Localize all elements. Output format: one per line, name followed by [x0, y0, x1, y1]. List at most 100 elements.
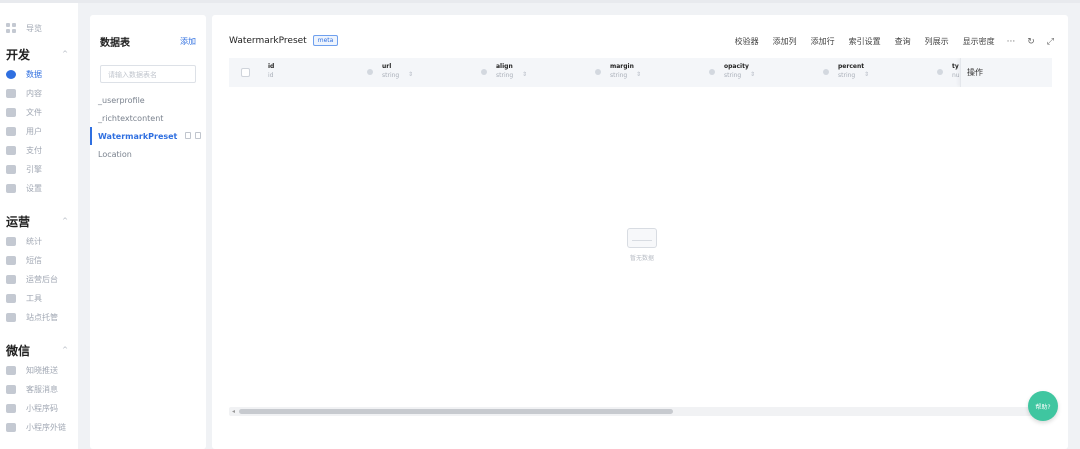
folder-icon [6, 108, 16, 117]
actions-label: 操作 [967, 68, 983, 77]
column-name: id [268, 63, 275, 70]
gear-icon [6, 184, 16, 193]
nav-section-title: 微信 [6, 343, 31, 358]
nav-item-settings[interactable]: 设置 [0, 179, 78, 198]
nav-item-hosting[interactable]: 站点托管 [0, 308, 78, 327]
nav-item-label: 运营后台 [26, 275, 58, 284]
more-icon[interactable]: ··· [1007, 37, 1016, 47]
table-item-location[interactable]: Location [90, 145, 206, 163]
scroll-left-icon[interactable]: ◂ [232, 408, 235, 415]
nav-item-content[interactable]: 内容 [0, 84, 78, 103]
column-name: ty [952, 63, 959, 70]
select-all-checkbox[interactable] [241, 68, 250, 77]
horizontal-scrollbar[interactable]: ◂ [229, 407, 1052, 416]
column-resize-handle[interactable] [481, 69, 487, 75]
link-icon [6, 423, 16, 432]
nav-item-label: 引擎 [26, 165, 42, 174]
table-list: _userprofile _richtextcontent WatermarkP… [90, 91, 206, 163]
column-type: string [610, 72, 628, 79]
nav-item-users[interactable]: 用户 [0, 122, 78, 141]
column-header-percent[interactable]: percent string ⇕ [838, 63, 869, 79]
refresh-icon[interactable]: ↻ [1027, 37, 1035, 47]
density-button[interactable]: 显示密度 [963, 36, 995, 47]
table-search-input[interactable]: 请输入数据表名 [100, 65, 196, 83]
nav-item-ops-backend[interactable]: 运营后台 [0, 270, 78, 289]
server-icon [6, 313, 16, 322]
qrcode-icon [6, 404, 16, 413]
table-item-label: WatermarkPreset [98, 131, 178, 141]
nav-item-payment[interactable]: 支付 [0, 141, 78, 160]
grid-icon [6, 23, 16, 33]
console-icon [6, 275, 16, 284]
column-display-button[interactable]: 列展示 [925, 36, 949, 47]
nav-section-dev[interactable]: 开发 ^ [0, 43, 78, 65]
add-column-button[interactable]: 添加列 [773, 36, 797, 47]
edit-icon[interactable] [185, 132, 191, 139]
nav-item-tools[interactable]: 工具 [0, 289, 78, 308]
column-header-opacity[interactable]: opacity string ⇕ [724, 63, 755, 79]
nav-item-push[interactable]: 知晓推送 [0, 361, 78, 380]
index-settings-button[interactable]: 索引设置 [849, 36, 881, 47]
nav-item-label: 数据 [26, 70, 42, 79]
add-table-button[interactable]: 添加 [180, 36, 196, 47]
column-header-url[interactable]: url string ⇕ [382, 63, 413, 79]
column-resize-handle[interactable] [595, 69, 601, 75]
main-content: WatermarkPreset meta 校验器 添加列 添加行 索引设置 查询… [212, 15, 1068, 449]
table-item-userprofile[interactable]: _userprofile [90, 91, 206, 109]
nav-overview-label: 导览 [26, 23, 42, 33]
table-item-richtextcontent[interactable]: _richtextcontent [90, 109, 206, 127]
nav-item-label: 工具 [26, 294, 42, 303]
column-resize-handle[interactable] [709, 69, 715, 75]
nav-overview[interactable]: 导览 [0, 19, 78, 37]
nav-item-engine[interactable]: 引擎 [0, 160, 78, 179]
query-button[interactable]: 查询 [895, 36, 911, 47]
expand-icon[interactable]: ⤢ [1047, 37, 1054, 47]
nav-section-wechat[interactable]: 微信 ^ [0, 339, 78, 361]
sort-icon[interactable]: ⇕ [750, 71, 755, 78]
nav-item-label: 知晓推送 [26, 366, 58, 375]
column-header-margin[interactable]: margin string ⇕ [610, 63, 641, 79]
column-header-id[interactable]: id id [268, 63, 274, 79]
user-icon [6, 127, 16, 136]
table-item-watermarkpreset[interactable]: WatermarkPreset [90, 127, 206, 145]
chevron-up-icon: ^ [62, 50, 68, 58]
nav-item-label: 用户 [26, 127, 42, 136]
nav-item-label: 小程序码 [26, 404, 58, 413]
sort-icon[interactable]: ⇕ [864, 71, 869, 78]
nav-item-customer-msg[interactable]: 客服消息 [0, 380, 78, 399]
push-icon [6, 366, 16, 375]
chart-icon [6, 237, 16, 246]
nav-item-sms[interactable]: 短信 [0, 251, 78, 270]
nav-item-stats[interactable]: 统计 [0, 232, 78, 251]
column-header-type[interactable]: ty nu [952, 63, 960, 79]
column-resize-handle[interactable] [367, 69, 373, 75]
column-resize-handle[interactable] [937, 69, 943, 75]
nav-item-mini-link[interactable]: 小程序外链 [0, 418, 78, 437]
mail-icon [6, 256, 16, 265]
scrollbar-thumb[interactable] [239, 409, 673, 414]
wrench-icon [6, 294, 16, 303]
top-border [0, 0, 1080, 3]
nav-section-ops[interactable]: 运营 ^ [0, 210, 78, 232]
chevron-up-icon: ^ [62, 217, 68, 225]
main-nav: 导览 开发 ^ 数据 内容 文件 用户 支付 引擎 设置 运营 ^ 统计 短信 … [0, 3, 78, 449]
sort-icon[interactable]: ⇕ [522, 71, 527, 78]
nav-item-data[interactable]: 数据 [0, 65, 78, 84]
column-type: string [838, 72, 856, 79]
nav-section-title: 开发 [6, 47, 31, 62]
column-name: percent [838, 63, 865, 70]
sort-icon[interactable]: ⇕ [408, 71, 413, 78]
column-name: opacity [724, 63, 749, 70]
toolbar: 校验器 添加列 添加行 索引设置 查询 列展示 显示密度 ··· ↻ ⤢ [721, 36, 1054, 47]
trash-icon[interactable] [195, 132, 201, 139]
meta-badge[interactable]: meta [312, 35, 339, 46]
column-header-align[interactable]: align string ⇕ [496, 63, 527, 79]
nav-item-mini-code[interactable]: 小程序码 [0, 399, 78, 418]
nav-item-files[interactable]: 文件 [0, 103, 78, 122]
add-row-button[interactable]: 添加行 [811, 36, 835, 47]
help-button[interactable]: 帮助? [1028, 391, 1058, 421]
column-resize-handle[interactable] [823, 69, 829, 75]
empty-text: 暂无数据 [629, 255, 654, 262]
sort-icon[interactable]: ⇕ [636, 71, 641, 78]
validator-button[interactable]: 校验器 [735, 36, 759, 47]
